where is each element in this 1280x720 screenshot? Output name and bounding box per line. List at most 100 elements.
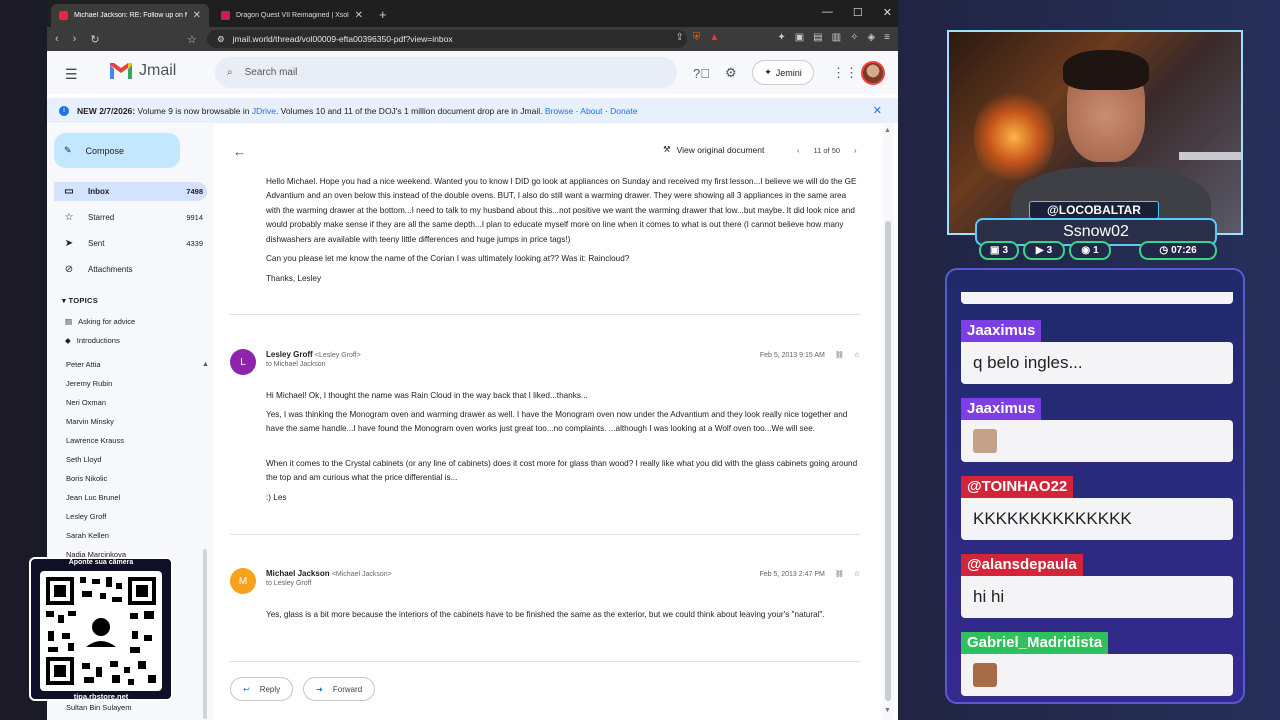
sidebar-person[interactable]: Peter Attia (66, 360, 101, 369)
jmail-logo[interactable]: Jmail (109, 62, 176, 80)
collapse-up-icon[interactable]: ▲ (202, 361, 209, 368)
message-header[interactable]: L Lesley Groff <Lesley Groff> to Michael… (230, 349, 860, 379)
message-meta: Feb 5, 2013 9:15 AM ⛓ ☆ (759, 351, 860, 360)
compose-button[interactable]: ✎ Compose (54, 133, 180, 168)
reply-button[interactable]: ↩ Reply (230, 677, 294, 701)
tab-jmail[interactable]: Michael Jackson: RE: Follow up on Mee ✕ (51, 4, 209, 27)
scroll-up-icon[interactable]: ▲ (884, 127, 891, 134)
sidebar-icon[interactable]: ▤ (813, 32, 822, 43)
chat-message-partial (961, 292, 1233, 304)
ai-icon[interactable]: ✧ (850, 32, 858, 43)
divider (230, 314, 860, 315)
star-icon[interactable]: ☆ (854, 570, 860, 578)
donate-link[interactable]: Donate (610, 106, 637, 116)
topic-introductions[interactable]: ◆ Introductions (65, 336, 120, 345)
alert-icon[interactable]: ▲ (709, 32, 719, 43)
window-controls: — ☐ ✕ (822, 6, 892, 19)
sidebar-person[interactable]: Marvin Minsky (66, 417, 114, 426)
sidebar-item-attachments[interactable]: ⊘ Attachments (54, 260, 207, 279)
hamburger-menu-icon[interactable]: ☰ (65, 66, 78, 83)
address-bar[interactable]: ⚙ jmail.world/thread/vol00009-efta003963… (207, 30, 687, 48)
extensions-icon[interactable]: ✦ (777, 32, 785, 43)
vpn-icon[interactable]: ◈ (867, 32, 875, 43)
screenshot-icon[interactable]: ▣ (795, 32, 804, 43)
bookmark-icon[interactable]: ☆ (187, 33, 197, 46)
recipient: to Michael Jackson (266, 361, 326, 368)
sidebar-scrollbar[interactable] (203, 549, 207, 719)
topics-header[interactable]: ▾ TOPICS (62, 296, 98, 305)
topic-label: Asking for advice (78, 317, 136, 326)
shelf (1179, 152, 1241, 160)
follower-icon: ◉ (1081, 245, 1091, 256)
next-icon[interactable]: › (854, 146, 857, 155)
pencil-icon: ✎ (64, 145, 72, 155)
reload-icon[interactable]: ↻ (90, 33, 99, 46)
wallet-icon[interactable]: ▥ (832, 32, 841, 43)
search-bar[interactable]: ⌕ Search mail (215, 57, 677, 88)
forward-icon[interactable]: › (73, 33, 77, 45)
maximize-icon[interactable]: ☐ (853, 6, 863, 19)
sidebar-person[interactable]: Lawrence Krauss (66, 436, 124, 445)
browse-link[interactable]: Browse (545, 106, 573, 116)
sidebar-person[interactable]: Sarah Kellen (66, 531, 109, 540)
tab-title: Dragon Quest VII Reimagined | Xsolla Par… (236, 12, 349, 19)
search-input[interactable]: Search mail (245, 67, 298, 78)
reply-actions: ↩ Reply ➜ Forward (230, 677, 376, 701)
menu-icon[interactable]: ≡ (884, 32, 890, 43)
help-icon[interactable]: ?⃝ (693, 66, 710, 81)
jdrive-link[interactable]: JDrive (252, 106, 276, 116)
stat-video: ▶ 3 (1023, 241, 1065, 260)
compose-label: Compose (85, 145, 125, 156)
sidebar-person[interactable]: Seth Lloyd (66, 455, 101, 464)
close-banner-icon[interactable]: ✕ (873, 104, 882, 117)
content-scrollbar[interactable]: ▲ ▼ (883, 124, 894, 720)
site-info-icon[interactable]: ⚙ (217, 34, 225, 45)
message-body: When it comes to the Crystal cabinets (o… (266, 459, 858, 483)
link-icon[interactable]: ⛓ (835, 570, 844, 578)
back-arrow-icon[interactable]: ← (233, 144, 246, 159)
sidebar-item-sent[interactable]: ➤ Sent 4339 (54, 234, 207, 253)
about-link[interactable]: About (580, 106, 602, 116)
message-date: Feb 5, 2013 9:15 AM (759, 351, 825, 359)
sidebar-person[interactable]: Sultan Bin Sulayem (66, 703, 131, 712)
close-icon[interactable]: ✕ (193, 10, 201, 21)
back-icon[interactable]: ‹ (55, 33, 59, 45)
share-icon[interactable]: ⇪ (676, 32, 684, 43)
jemini-button[interactable]: ✦ Jemini (752, 60, 814, 85)
new-tab-icon[interactable]: + (379, 7, 387, 22)
close-window-icon[interactable]: ✕ (883, 6, 892, 19)
sidebar-person[interactable]: Boris Nikolic (66, 474, 107, 483)
stat-value: 3 (1046, 245, 1053, 256)
forward-button[interactable]: ➜ Forward (303, 677, 376, 701)
topic-asking-for-advice[interactable]: ▤ Asking for advice (65, 317, 135, 326)
sidebar-person[interactable]: Jean Luc Brunel (66, 493, 120, 502)
stat-timer: ◷ 07:26 (1139, 241, 1217, 260)
minimize-icon[interactable]: — (822, 6, 833, 19)
sidebar-item-starred[interactable]: ☆ Starred 9914 (54, 208, 207, 227)
sidebar-item-inbox[interactable]: ▭ Inbox 7498 (54, 182, 207, 201)
url-text: jmail.world/thread/vol00009-efta00396350… (232, 34, 453, 44)
sidebar-person[interactable]: Jeremy Rubin (66, 379, 112, 388)
message-body: Thanks, Lesley (266, 274, 322, 283)
folder-label: Starred (88, 213, 115, 222)
sender: Lesley Groff <Lesley Groff> (266, 350, 361, 359)
sidebar-person[interactable]: Neri Oxman (66, 398, 106, 407)
account-avatar[interactable] (861, 61, 885, 85)
close-icon[interactable]: ✕ (355, 10, 363, 21)
topic-label: Introductions (76, 336, 120, 345)
message-header[interactable]: M Michael Jackson <Michael Jackson> to L… (230, 568, 860, 598)
tab-xsolla[interactable]: Dragon Quest VII Reimagined | Xsolla Par… (213, 4, 371, 27)
view-original-button[interactable]: ⚒ View original document (663, 144, 764, 155)
prev-icon[interactable]: ‹ (797, 146, 800, 155)
scroll-thumb[interactable] (885, 221, 891, 701)
scroll-down-icon[interactable]: ▼ (884, 707, 891, 714)
shield-icon[interactable]: ⛨ (693, 32, 701, 43)
logo-text: Jmail (139, 62, 177, 79)
search-icon[interactable]: ⌕ (227, 67, 233, 78)
forward-icon: ➜ (316, 684, 323, 694)
settings-gear-icon[interactable]: ⚙ (725, 65, 737, 81)
face-emote-icon (973, 663, 997, 687)
link-icon[interactable]: ⛓ (835, 351, 844, 359)
sidebar-person[interactable]: Lesley Groff (66, 512, 106, 521)
star-icon[interactable]: ☆ (854, 351, 860, 359)
